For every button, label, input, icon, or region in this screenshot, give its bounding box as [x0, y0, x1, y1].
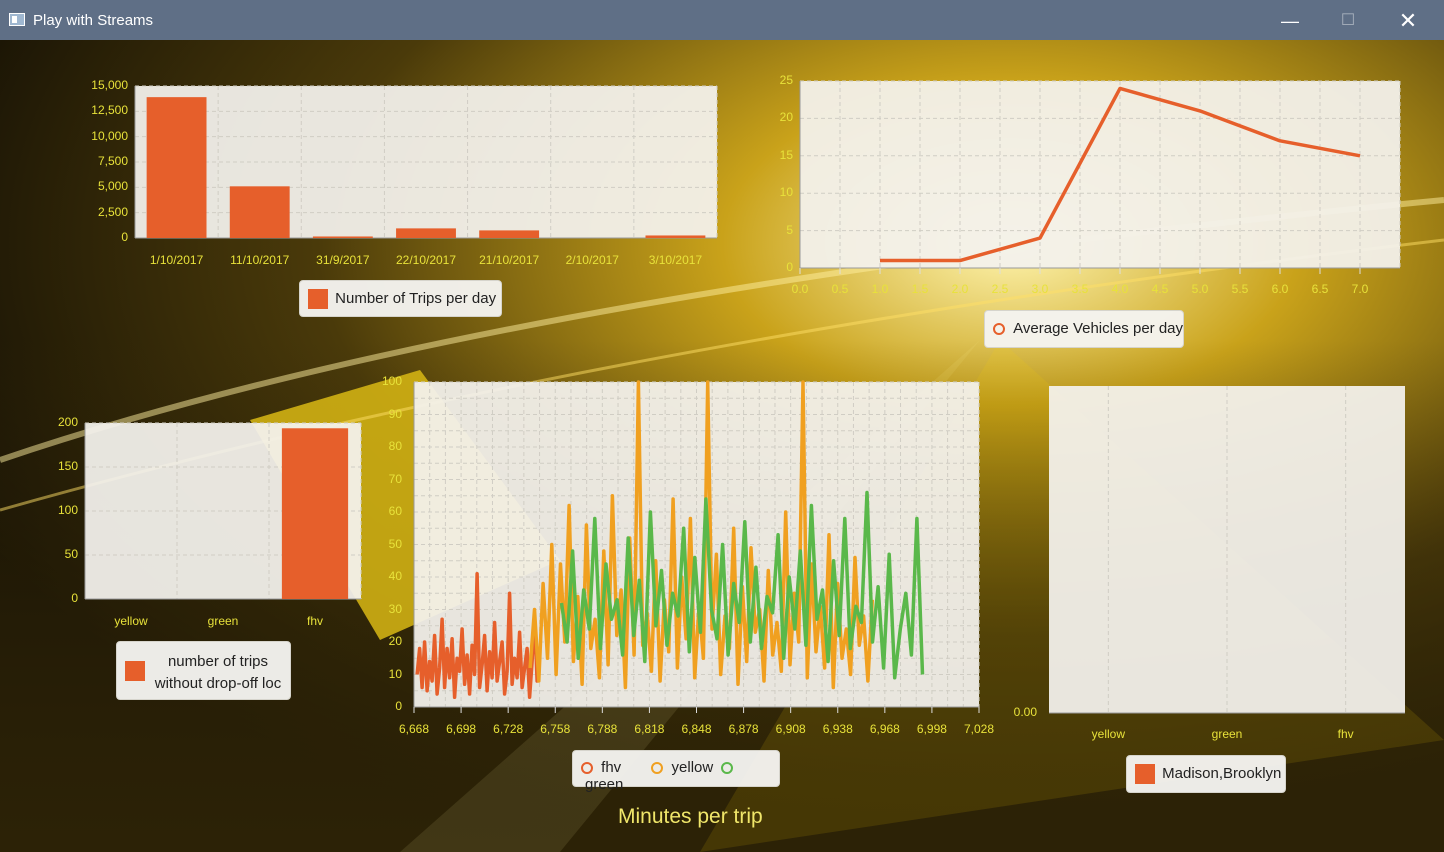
x-tick-label: 6,728 — [493, 722, 524, 736]
y-tick-label: 200 — [57, 415, 78, 429]
x-tick-label: 6,698 — [446, 722, 477, 736]
x-tick-label: 6,668 — [398, 722, 430, 736]
x-tick-label: 6,878 — [728, 722, 759, 736]
y-tick-label: 100 — [57, 503, 78, 517]
y-tick-label: 15,000 — [91, 78, 128, 92]
x-tick-label: 6.5 — [1311, 282, 1329, 296]
y-tick-label: 30 — [388, 601, 402, 616]
x-tick-label: 3.5 — [1071, 282, 1089, 296]
y-tick-label: 50 — [388, 536, 402, 551]
x-tick-label: green — [1211, 727, 1243, 741]
x-tick-label: 4.5 — [1151, 282, 1169, 296]
x-tick-label: 6,998 — [916, 722, 947, 736]
y-tick-label: 70 — [388, 471, 402, 486]
x-tick-label: 1.5 — [911, 282, 929, 296]
y-tick-label: 50 — [64, 547, 78, 561]
y-tick-label: 12,500 — [91, 103, 128, 118]
x-tick-label: 0.0 — [791, 282, 809, 296]
x-tick-label: 3/10/2017 — [648, 253, 703, 267]
y-tick-label: 5 — [786, 222, 793, 237]
madison-brooklyn-chart — [1049, 386, 1405, 714]
y-tick-label: 10 — [388, 666, 402, 681]
y-tick-label: 150 — [57, 459, 78, 473]
y-tick-label: 25 — [779, 73, 793, 87]
x-tick-label: 6,758 — [540, 722, 571, 736]
y-tick-label: 10 — [779, 185, 793, 200]
y-tick-label: 15 — [779, 147, 793, 162]
y-tick-label: 20 — [388, 634, 402, 648]
x-tick-label: 11/10/2017 — [230, 253, 290, 267]
x-tick-label: 6,938 — [822, 722, 853, 736]
y-tick-label: 0 — [395, 699, 402, 713]
x-tick-label: 22/10/2017 — [395, 253, 457, 267]
y-tick-label: 10,000 — [91, 128, 128, 143]
madison-brooklyn-legend: Madison,Brooklyn — [1126, 755, 1286, 793]
y-tick-label: 0 — [786, 260, 793, 274]
y-tick-label: 60 — [388, 504, 402, 518]
x-tick-label: fhv — [306, 614, 324, 628]
x-tick-label: 7.0 — [1351, 282, 1369, 296]
x-tick-label: yellow — [114, 614, 148, 628]
x-tick-label: 2.0 — [951, 282, 969, 296]
x-tick-label: fhv — [1337, 727, 1354, 741]
x-tick-label: yellow — [1091, 727, 1126, 741]
x-tick-label: 2.5 — [991, 282, 1009, 296]
y-tick-label: 0.00 — [1013, 705, 1037, 719]
x-tick-label: 3.0 — [1031, 282, 1049, 296]
x-tick-label: green — [207, 614, 239, 628]
y-tick-label: 90 — [388, 406, 402, 421]
x-tick-label: 5.5 — [1231, 282, 1249, 296]
y-tick-label: 5,000 — [97, 179, 128, 194]
y-tick-label: 20 — [779, 110, 793, 125]
x-tick-label: 1/10/2017 — [149, 253, 204, 267]
y-tick-label: 40 — [388, 569, 402, 583]
x-tick-label: 6,788 — [587, 722, 618, 736]
y-tick-label: 100 — [381, 374, 402, 388]
legend-label: Madison,Brooklyn — [1162, 764, 1282, 782]
x-tick-label: 0.5 — [831, 282, 849, 296]
x-tick-label: 5.0 — [1191, 282, 1209, 296]
legend-swatch — [1135, 764, 1155, 784]
y-tick-label: 0 — [71, 591, 78, 605]
y-tick-label: 7,500 — [97, 154, 128, 168]
y-tick-label: 2,500 — [97, 204, 128, 219]
x-tick-label: 6.0 — [1271, 282, 1289, 296]
x-tick-label: 21/10/2017 — [479, 253, 540, 267]
x-tick-label: 6,968 — [869, 722, 900, 736]
x-tick-label: 6,848 — [681, 722, 712, 736]
x-tick-label: 2/10/2017 — [565, 253, 619, 267]
x-tick-label: 31/9/2017 — [316, 253, 370, 267]
y-tick-label: 0 — [121, 230, 128, 244]
x-tick-label: 6,908 — [775, 722, 806, 736]
x-tick-label: 1.0 — [871, 282, 889, 296]
y-tick-label: 80 — [388, 439, 402, 453]
x-tick-label: 4.0 — [1111, 282, 1129, 296]
x-tick-label: 7,028 — [963, 722, 995, 736]
x-tick-label: 6,818 — [634, 722, 665, 736]
